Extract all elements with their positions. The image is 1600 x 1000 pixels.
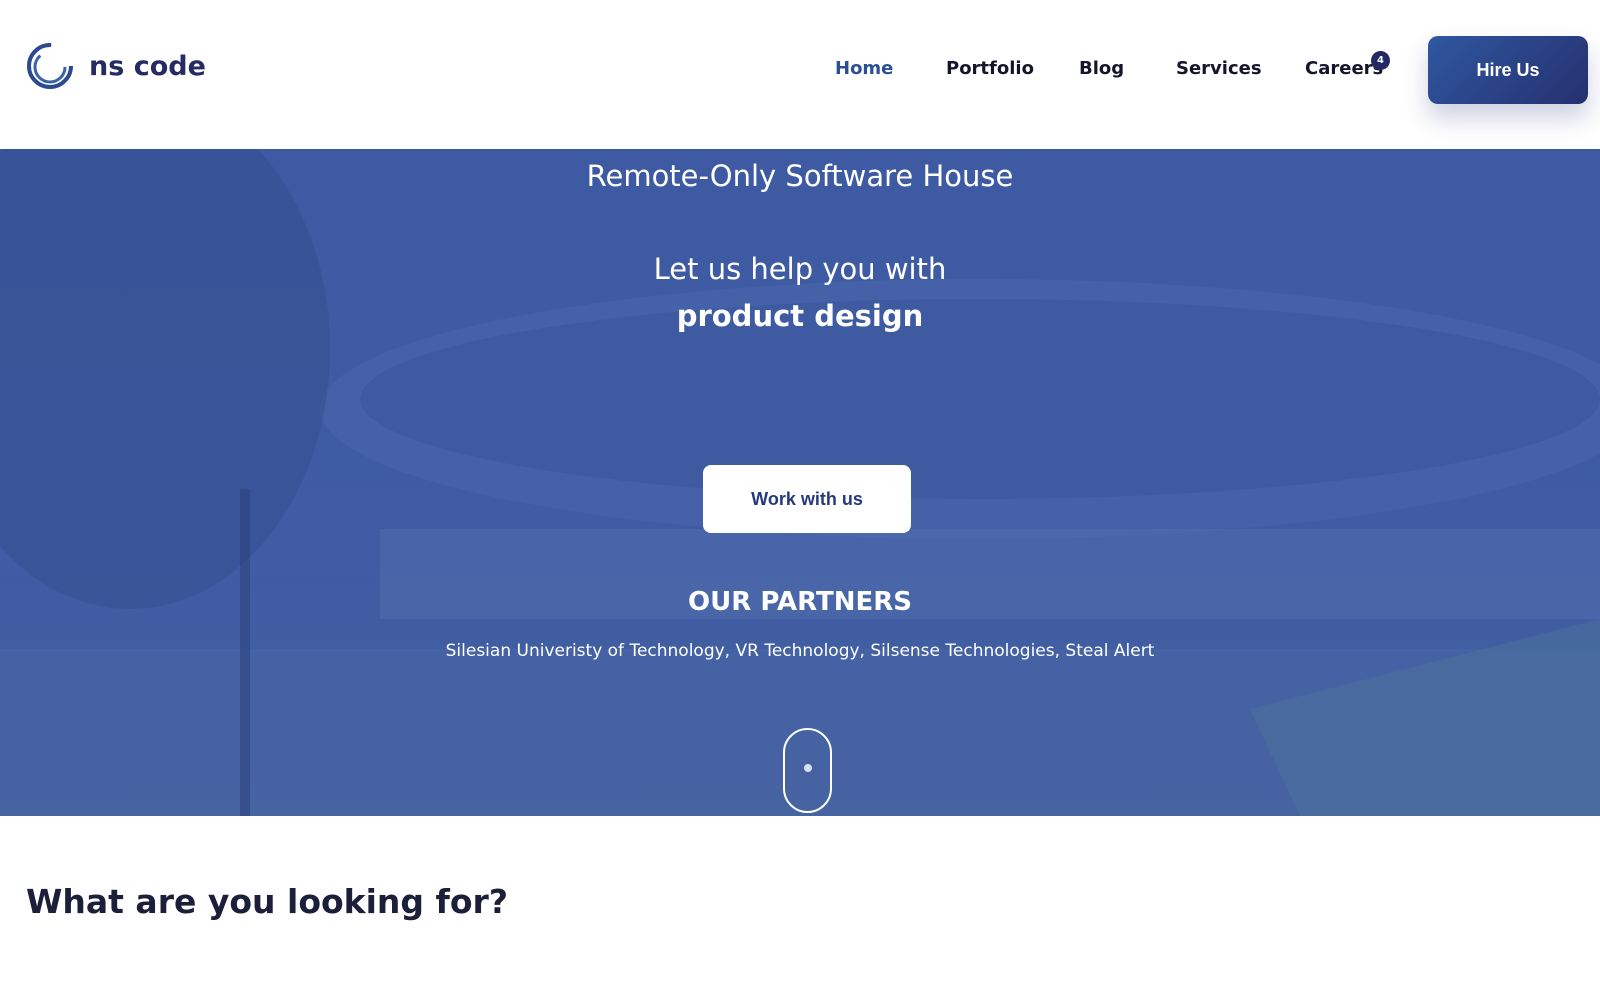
- scroll-dot: [804, 764, 812, 772]
- partners-title: OUR PARTNERS: [688, 587, 912, 617]
- section-title: What are you looking for?: [26, 882, 508, 921]
- nav-portfolio[interactable]: Portfolio: [946, 58, 1034, 79]
- nav-home[interactable]: Home: [835, 58, 893, 79]
- partners-list: Silesian Univeristy of Technology, VR Te…: [445, 641, 1155, 661]
- hero-section: Remote-Only Software House Let us help y…: [0, 149, 1600, 816]
- careers-badge: 4: [1371, 51, 1390, 70]
- logo[interactable]: ns code: [25, 41, 206, 91]
- nav-blog[interactable]: Blog: [1079, 58, 1124, 79]
- hero-help-line: Let us help you with: [653, 252, 947, 286]
- logo-text: ns code: [89, 50, 206, 82]
- nav-services[interactable]: Services: [1176, 58, 1262, 79]
- scroll-down-mouse-icon[interactable]: [783, 728, 832, 813]
- hero-help-focus: product design: [676, 299, 924, 333]
- site-header: ns code Home Portfolio Blog Services Car…: [0, 0, 1600, 149]
- hero-tagline: Remote-Only Software House: [586, 159, 1014, 193]
- logo-swirl-icon: [27, 43, 73, 89]
- hire-us-button[interactable]: Hire Us: [1428, 36, 1588, 104]
- work-with-us-button[interactable]: Work with us: [703, 465, 911, 533]
